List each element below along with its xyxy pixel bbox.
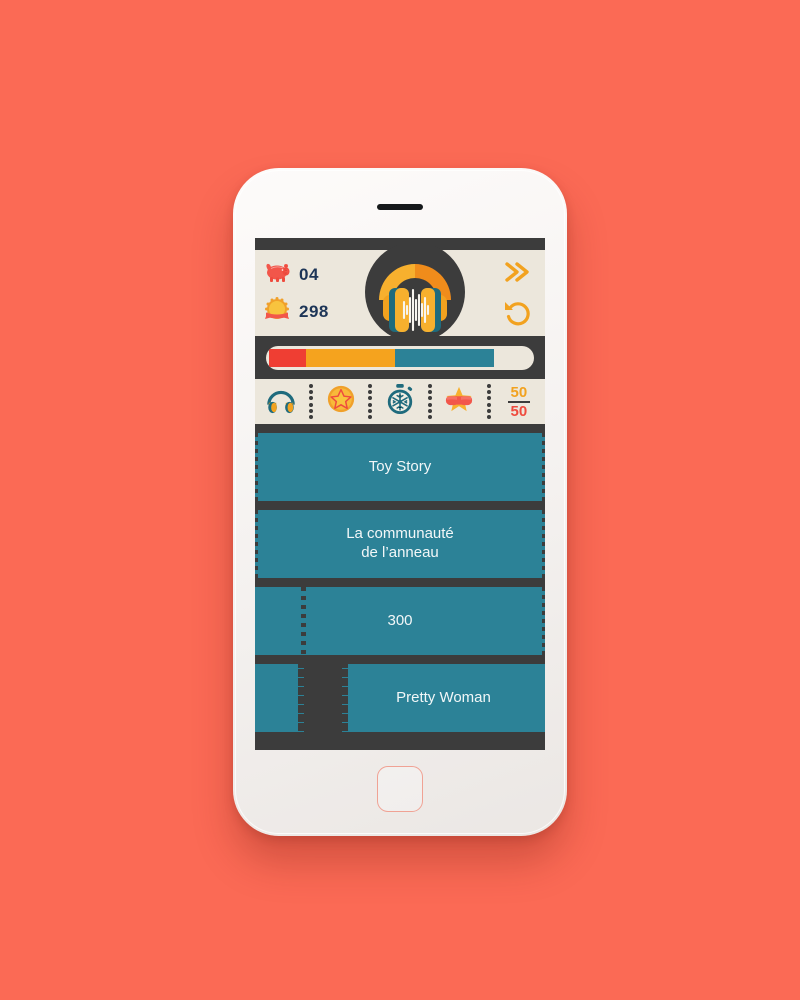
ticket-tear-edge <box>298 664 304 732</box>
ticket-perforation-left <box>255 433 258 501</box>
powerup-listen-again[interactable] <box>255 379 307 424</box>
answer-option-4-stub[interactable] <box>255 664 304 732</box>
fifty-fifty-bottom: 50 <box>510 402 528 420</box>
stat-coins: 04 <box>264 260 341 290</box>
ticket-perforation-right <box>542 433 545 501</box>
progress-segment-orange <box>305 349 395 367</box>
answer-option-3-label: 300 <box>387 611 413 629</box>
snowflake-stopwatch-icon <box>385 383 415 420</box>
headphones-icon <box>265 384 297 419</box>
ticket-perforation-right <box>542 587 545 655</box>
home-button[interactable] <box>377 766 423 812</box>
app-screen: 04 298 50 50 Toy Story La communauté de … <box>255 238 545 750</box>
answer-row-3: 300 <box>255 587 545 655</box>
ticket-perforation-left <box>255 510 258 578</box>
answer-option-2-label: La communauté de l’anneau <box>332 525 468 563</box>
progress-segment-red <box>269 349 306 367</box>
stat-score: 298 <box>264 297 341 327</box>
answer-option-2-line1: La communauté <box>346 525 454 543</box>
screenshot-canvas: 04 298 50 50 Toy Story La communauté de … <box>0 0 800 1000</box>
header-actions <box>489 259 545 328</box>
fifty-fifty-top: 50 <box>510 383 528 401</box>
ticket-perforation-right <box>542 510 545 578</box>
header-stats: 04 298 <box>255 260 341 327</box>
progress-bar <box>266 346 534 370</box>
ticket-tear-edge <box>342 664 348 732</box>
answer-list: Toy Story La communauté de l’anneau 300 … <box>255 424 545 732</box>
app-header: 04 298 <box>255 242 545 342</box>
powerup-star[interactable] <box>314 379 366 424</box>
coins-value: 04 <box>299 265 319 284</box>
perforation-divider <box>426 379 433 424</box>
answer-option-1[interactable]: Toy Story <box>255 433 545 501</box>
headphones-waveform-logo-icon <box>363 240 467 344</box>
rotate-counterclockwise-icon[interactable] <box>502 298 532 328</box>
fifty-fifty-icon: 50 50 <box>507 383 530 420</box>
speaker-grille-icon <box>377 204 423 210</box>
powerup-fifty-fifty[interactable]: 50 50 <box>493 379 545 424</box>
perforation-divider <box>307 379 314 424</box>
answer-option-2[interactable]: La communauté de l’anneau <box>255 510 545 578</box>
double-chevron-right-icon[interactable] <box>502 259 532 289</box>
perforation-divider <box>367 379 374 424</box>
answer-option-1-label: Toy Story <box>368 457 432 475</box>
answer-option-2-line2: de l’anneau <box>361 544 439 561</box>
answer-option-4[interactable]: Pretty Woman <box>342 664 545 732</box>
phone-device: 04 298 50 50 Toy Story La communauté de … <box>233 168 567 836</box>
answer-row-1: Toy Story <box>255 433 545 501</box>
powerup-star-glasses[interactable] <box>433 379 485 424</box>
piggy-bank-icon <box>264 260 292 289</box>
answer-option-4-label: Pretty Woman <box>396 688 491 706</box>
star-sunglasses-icon <box>442 385 476 418</box>
perforation-divider <box>486 379 493 424</box>
score-value: 298 <box>299 302 329 321</box>
ticket-perforation-inner <box>301 587 306 655</box>
header-logo-area <box>341 242 489 342</box>
answer-option-3[interactable]: 300 <box>255 587 545 655</box>
powerup-strip: 50 50 <box>255 379 545 424</box>
progress-segment-teal <box>394 349 495 367</box>
answer-row-4: Pretty Woman <box>255 664 545 732</box>
star-coin-icon <box>326 384 356 419</box>
powerup-freeze-time[interactable] <box>374 379 426 424</box>
medal-badge-icon <box>264 296 292 327</box>
answer-row-2: La communauté de l’anneau <box>255 510 545 578</box>
